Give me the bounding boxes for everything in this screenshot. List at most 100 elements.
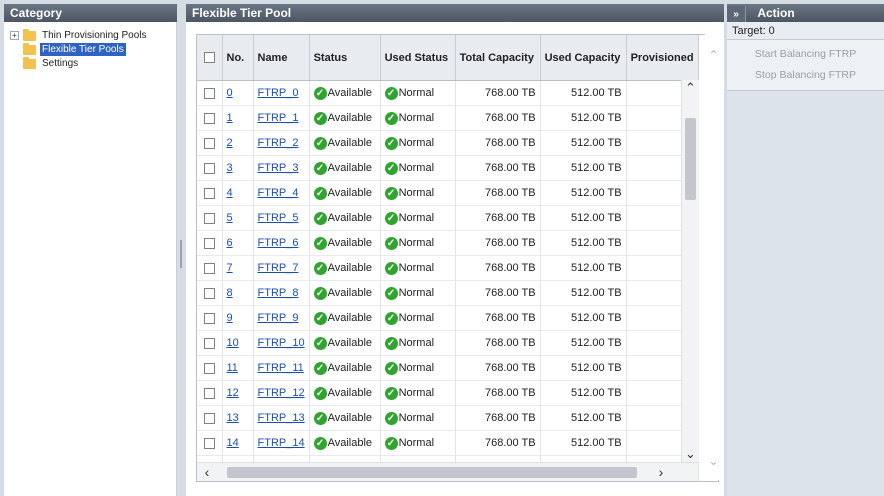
table-row[interactable]: 8 FTRP_8 ✓ Available ✓ Normal 768.00 TB 512.00 … [197, 280, 699, 306]
scroll-up-icon[interactable]: ⌃ [682, 80, 699, 96]
row-checkbox-cell[interactable] [197, 255, 223, 281]
pool-number-link[interactable]: 5 [227, 212, 233, 224]
cell-no[interactable]: 9 [222, 305, 254, 331]
pool-name-link[interactable]: FTRP_4 [258, 187, 299, 199]
pool-number-link[interactable]: 2 [227, 137, 233, 149]
pool-number-link[interactable]: 7 [227, 262, 233, 274]
cell-no[interactable]: 8 [222, 280, 254, 306]
cell-name[interactable]: FTRP_3 [253, 155, 310, 181]
row-checkbox[interactable] [203, 162, 215, 174]
expand-icon[interactable]: + [10, 31, 19, 40]
cell-no[interactable]: 7 [222, 255, 254, 281]
row-checkbox[interactable] [203, 112, 215, 124]
pool-name-link[interactable]: FTRP_5 [258, 212, 299, 224]
cell-name[interactable]: FTRP_11 [253, 355, 310, 381]
pool-name-link[interactable]: FTRP_11 [258, 362, 304, 374]
pool-number-link[interactable]: 4 [227, 187, 233, 199]
cell-name[interactable]: FTRP_6 [253, 230, 310, 256]
table-row[interactable]: 2 FTRP_2 ✓ Available ✓ Normal 768.00 TB 512.00 … [197, 130, 699, 156]
row-checkbox[interactable] [203, 387, 215, 399]
pool-number-link[interactable]: 1 [227, 112, 233, 124]
column-header-provisioned[interactable]: Provisioned [626, 35, 699, 81]
splitter-grip[interactable] [180, 240, 182, 268]
table-row[interactable]: 6 FTRP_6 ✓ Available ✓ Normal 768.00 TB 512.00 … [197, 230, 699, 256]
row-checkbox[interactable] [203, 237, 215, 249]
scroll-right-icon[interactable]: › [653, 463, 669, 481]
panel-vertical-scrollbar[interactable]: ⌃ ⌄ [705, 34, 722, 480]
cell-name[interactable]: FTRP_1 [253, 105, 310, 131]
row-checkbox[interactable] [203, 212, 215, 224]
cell-name[interactable]: FTRP_0 [253, 80, 310, 106]
row-checkbox-cell[interactable] [197, 130, 223, 156]
pool-number-link[interactable]: 12 [227, 387, 239, 399]
table-row[interactable]: 11 FTRP_11 ✓ Available ✓ Normal 768.00 TB 512.0… [197, 355, 699, 381]
cell-no[interactable]: 10 [222, 330, 254, 356]
cell-name[interactable]: FTRP_2 [253, 130, 310, 156]
tree-item-thin-provisioning-pools[interactable]: + Thin Provisioning Pools [10, 28, 149, 42]
row-checkbox-cell[interactable] [197, 305, 223, 331]
cell-no[interactable]: 6 [222, 230, 254, 256]
cell-name[interactable]: FTRP_12 [253, 380, 310, 406]
tree-item-settings[interactable]: Settings [10, 56, 80, 70]
pool-name-link[interactable]: FTRP_8 [258, 287, 299, 299]
pool-number-link[interactable]: 6 [227, 237, 233, 249]
cell-no[interactable]: 11 [222, 355, 254, 381]
pool-number-link[interactable]: 8 [227, 287, 233, 299]
row-checkbox[interactable] [203, 437, 215, 449]
row-checkbox[interactable] [203, 137, 215, 149]
table-row[interactable]: 13 FTRP_13 ✓ Available ✓ Normal 768.00 TB 512.0… [197, 405, 699, 431]
scroll-left-icon[interactable]: ‹ [199, 463, 215, 481]
cell-name[interactable]: FTRP_10 [253, 330, 310, 356]
cell-name[interactable]: FTRP_13 [253, 405, 310, 431]
panel-splitter[interactable] [179, 4, 183, 496]
row-checkbox-cell[interactable] [197, 105, 223, 131]
pool-name-link[interactable]: FTRP_13 [258, 412, 305, 424]
select-all-checkbox-cell[interactable] [197, 35, 223, 81]
table-vertical-scrollbar[interactable]: ⌃ ⌄ [681, 80, 699, 462]
row-checkbox-cell[interactable] [197, 430, 223, 456]
row-checkbox[interactable] [203, 337, 215, 349]
panel-scroll-up-icon[interactable]: ⌃ [705, 48, 722, 62]
pool-number-link[interactable]: 13 [227, 412, 239, 424]
column-header-no[interactable]: No. [222, 35, 254, 81]
cell-no[interactable]: 0 [222, 80, 254, 106]
cell-no[interactable]: 3 [222, 155, 254, 181]
column-header-status[interactable]: Status [309, 35, 381, 81]
cell-no[interactable]: 12 [222, 380, 254, 406]
row-checkbox[interactable] [203, 262, 215, 274]
table-row[interactable]: 9 FTRP_9 ✓ Available ✓ Normal 768.00 TB 512.00 … [197, 305, 699, 331]
select-all-checkbox[interactable] [203, 52, 215, 64]
row-checkbox-cell[interactable] [197, 355, 223, 381]
cell-no[interactable]: 4 [222, 180, 254, 206]
row-checkbox[interactable] [203, 312, 215, 324]
table-row[interactable]: 3 FTRP_3 ✓ Available ✓ Normal 768.00 TB 512.00 … [197, 155, 699, 181]
row-checkbox[interactable] [203, 412, 215, 424]
vertical-scroll-thumb[interactable] [685, 118, 696, 200]
row-checkbox[interactable] [203, 87, 215, 99]
scroll-down-icon[interactable]: ⌄ [682, 446, 699, 462]
table-row[interactable]: 12 FTRP_12 ✓ Available ✓ Normal 768.00 TB 512.0… [197, 380, 699, 406]
tree-item-flexible-tier-pools[interactable]: Flexible Tier Pools [10, 42, 126, 56]
pool-name-link[interactable]: FTRP_0 [258, 87, 299, 99]
row-checkbox-cell[interactable] [197, 380, 223, 406]
row-checkbox-cell[interactable] [197, 405, 223, 431]
cell-no[interactable]: 2 [222, 130, 254, 156]
cell-name[interactable]: FTRP_5 [253, 205, 310, 231]
row-checkbox-cell[interactable] [197, 180, 223, 206]
row-checkbox-cell[interactable] [197, 205, 223, 231]
pool-number-link[interactable]: 3 [227, 162, 233, 174]
row-checkbox-cell[interactable] [197, 80, 223, 106]
start-balancing-button[interactable]: Start Balancing FTRP [727, 48, 884, 60]
table-row[interactable]: 7 FTRP_7 ✓ Available ✓ Normal 768.00 TB 512.00 … [197, 255, 699, 281]
pool-number-link[interactable]: 14 [227, 437, 239, 449]
column-header-name[interactable]: Name [253, 35, 310, 81]
cell-name[interactable]: FTRP_7 [253, 255, 310, 281]
pool-name-link[interactable]: FTRP_10 [258, 337, 305, 349]
row-checkbox-cell[interactable] [197, 155, 223, 181]
cell-name[interactable]: FTRP_14 [253, 430, 310, 456]
cell-name[interactable]: FTRP_4 [253, 180, 310, 206]
row-checkbox-cell[interactable] [197, 330, 223, 356]
table-row[interactable]: 0 FTRP_0 ✓ Available ✓ Normal 768.00 TB 512.00 … [197, 80, 699, 106]
cell-name[interactable]: FTRP_8 [253, 280, 310, 306]
pool-name-link[interactable]: FTRP_14 [258, 437, 305, 449]
